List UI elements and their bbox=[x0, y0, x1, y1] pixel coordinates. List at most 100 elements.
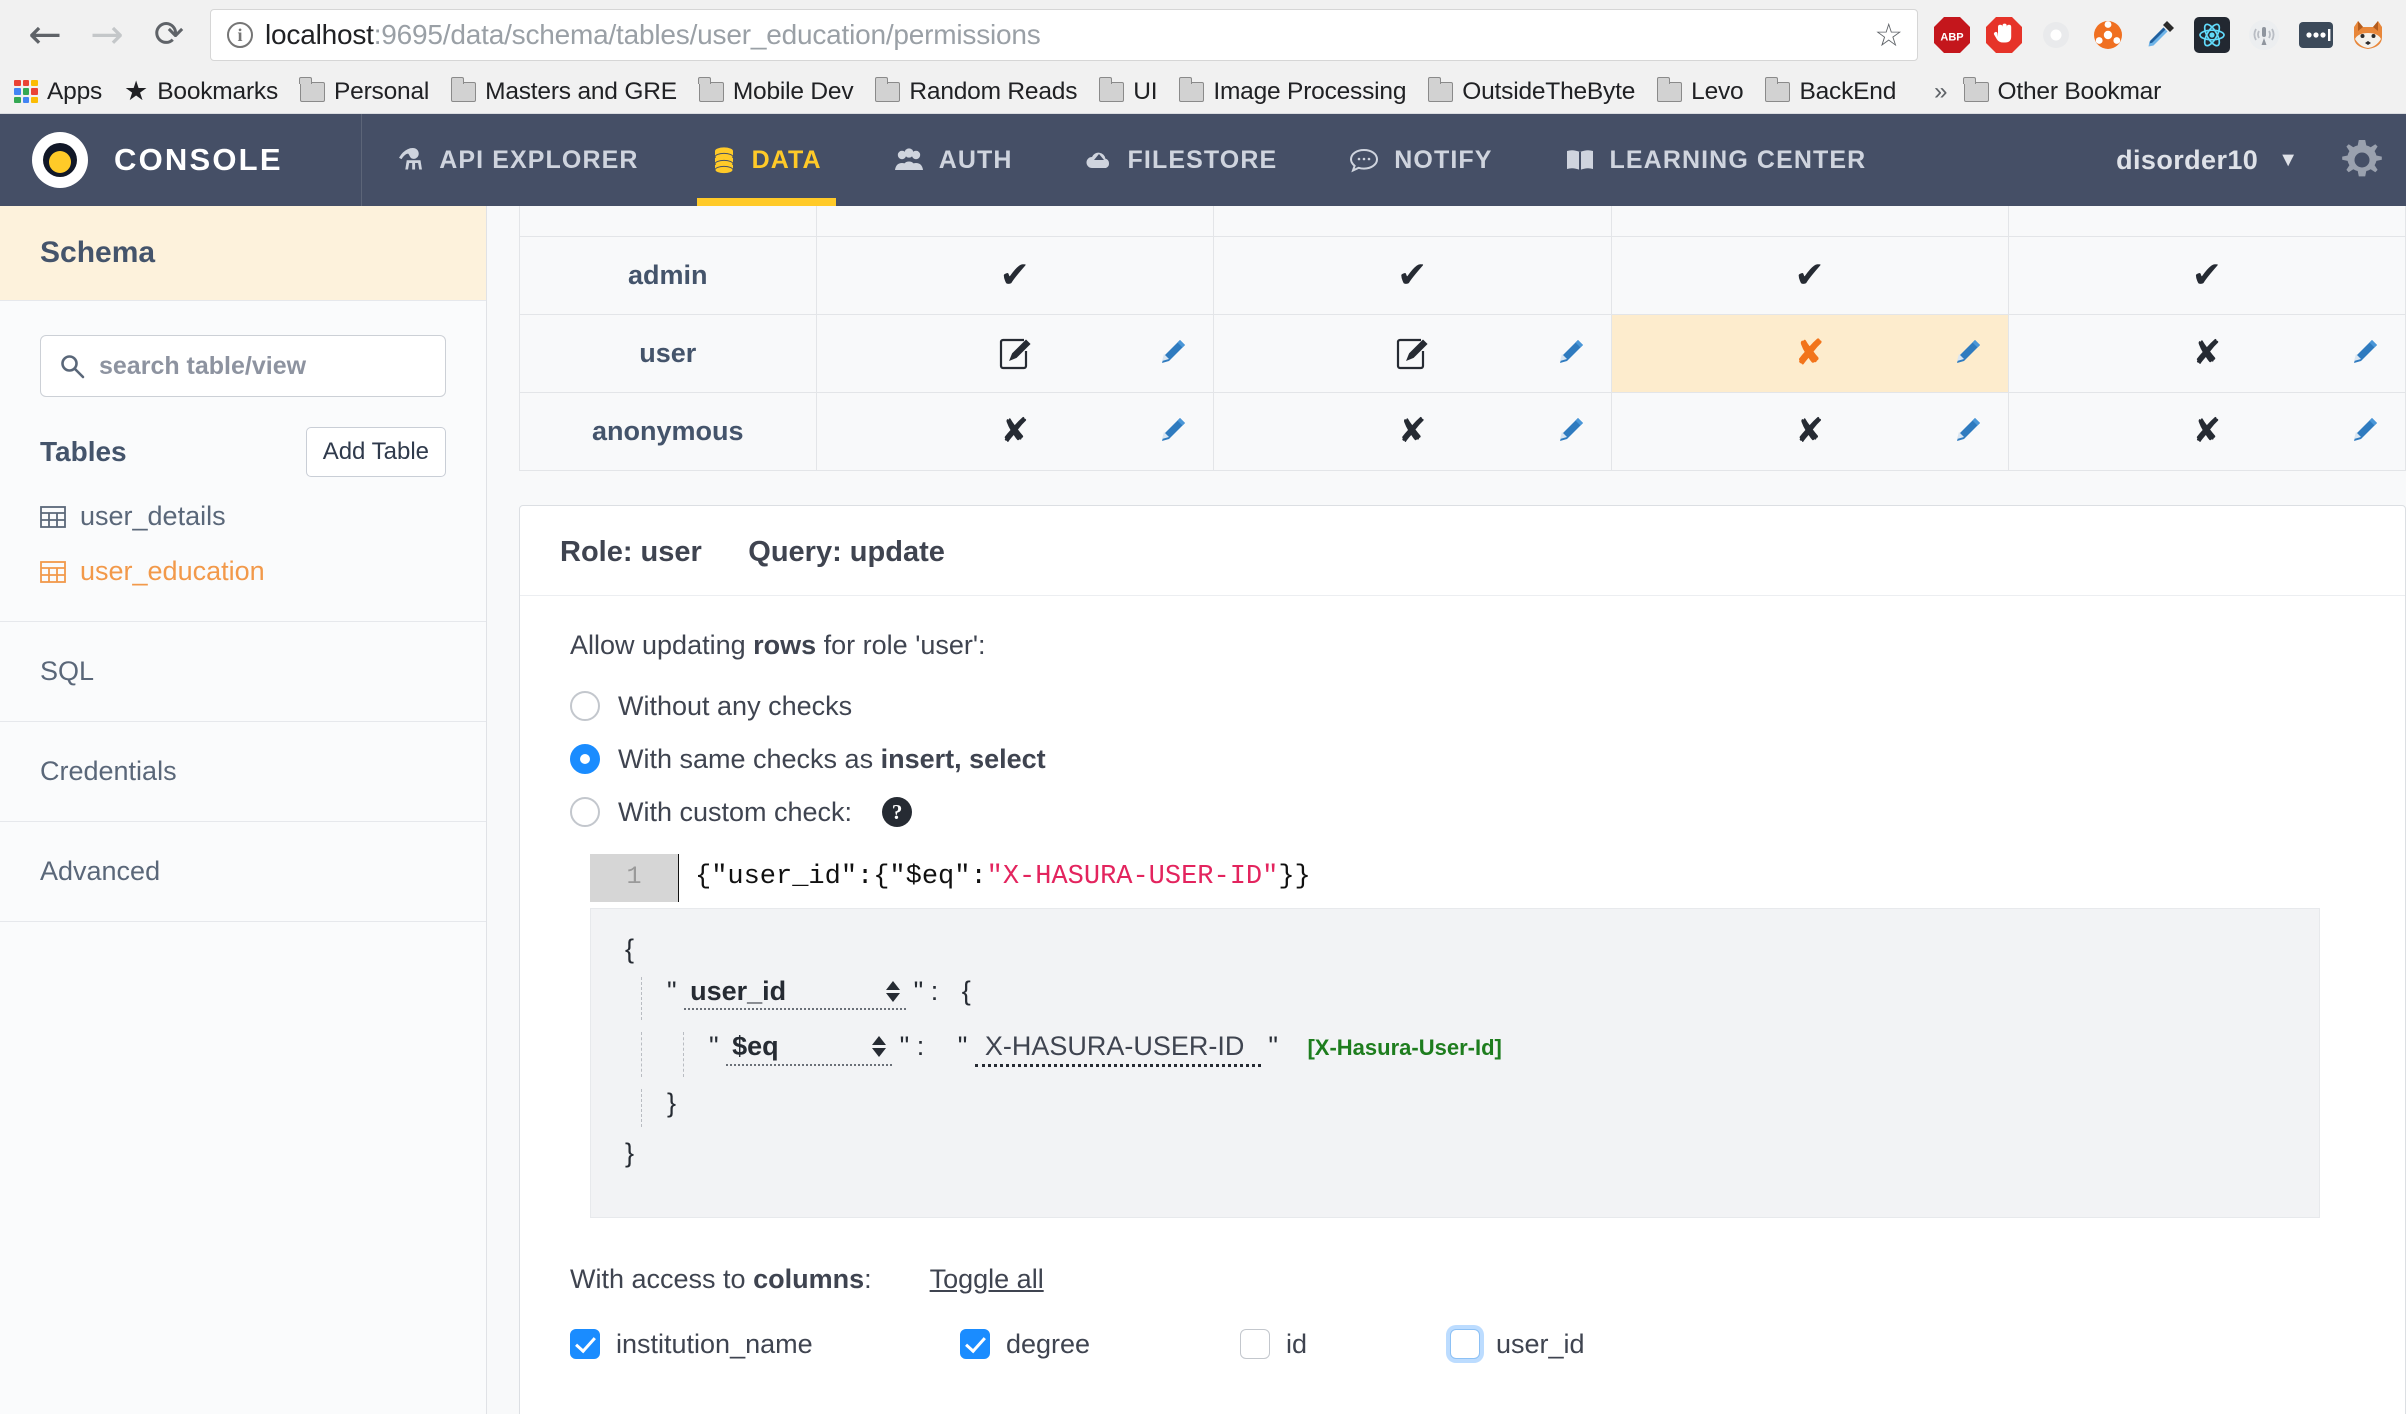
checkbox[interactable] bbox=[570, 1329, 600, 1359]
bookmark-personal[interactable]: Personal bbox=[300, 78, 443, 106]
checkbox[interactable] bbox=[1450, 1329, 1480, 1359]
permission-cell-update-selected[interactable]: ✘ bbox=[1611, 314, 2008, 392]
question-mark-icon[interactable]: ? bbox=[882, 797, 912, 827]
reload-button[interactable]: ⟳ bbox=[138, 4, 200, 66]
nav-item-learning-center[interactable]: LEARNING CENTER bbox=[1529, 114, 1903, 206]
checkbox[interactable] bbox=[960, 1329, 990, 1359]
ghostery-icon[interactable] bbox=[2036, 15, 2076, 55]
site-info-icon[interactable]: i bbox=[227, 22, 253, 48]
permission-cell-delete[interactable]: ✘ bbox=[2008, 314, 2405, 392]
permission-cell[interactable]: ✘ bbox=[2008, 392, 2405, 470]
bookmark-apps[interactable]: Apps bbox=[14, 78, 116, 106]
sidebar-table-user-details[interactable]: user_details bbox=[40, 501, 446, 532]
role-cell: admin bbox=[520, 236, 817, 314]
pencil-icon[interactable] bbox=[1157, 416, 1187, 446]
permission-cell[interactable]: ✘ bbox=[816, 392, 1214, 470]
search-table-view-input[interactable]: search table/view bbox=[40, 335, 446, 397]
checkbox[interactable] bbox=[1240, 1329, 1270, 1359]
column-checkbox-id[interactable]: id bbox=[1240, 1329, 1450, 1360]
sidebar-item-sql[interactable]: SQL bbox=[0, 622, 486, 722]
bookmark-backend[interactable]: BackEnd bbox=[1765, 78, 1910, 106]
permission-cell[interactable]: ✔ bbox=[816, 236, 1214, 314]
nav-item-notify[interactable]: NOTIFY bbox=[1313, 114, 1528, 206]
pencil-icon[interactable] bbox=[1555, 416, 1585, 446]
adblock-plus-icon[interactable]: ABP bbox=[1932, 15, 1972, 55]
nav-item-auth[interactable]: AUTH bbox=[858, 114, 1049, 206]
radio-button-selected[interactable] bbox=[570, 744, 600, 774]
toggle-all-link[interactable]: Toggle all bbox=[930, 1264, 1044, 1295]
custom-check-code-editor[interactable]: 1 {"user_id":{"$eq":"X-HASURA-USER-ID"}}… bbox=[590, 854, 2320, 1218]
column-checkbox-institution-name[interactable]: institution_name bbox=[570, 1329, 960, 1360]
column-checkbox-user-id[interactable]: user_id bbox=[1450, 1329, 1585, 1360]
firefox-fox-icon[interactable] bbox=[2348, 15, 2388, 55]
sidebar-schema-header[interactable]: Schema bbox=[0, 206, 486, 301]
sidebar-item-advanced[interactable]: Advanced bbox=[0, 822, 486, 922]
builder-key2-row: " $eq " : " X-HASURA-USER-ID " [X-Hasura… bbox=[625, 1032, 2319, 1066]
ubuntu-extension-icon[interactable] bbox=[2088, 15, 2128, 55]
chevron-down-icon[interactable]: ▼ bbox=[2278, 149, 2298, 172]
adblock-icon[interactable] bbox=[1984, 15, 2024, 55]
bookmark-mobile-dev[interactable]: Mobile Dev bbox=[699, 78, 868, 106]
radio-same-checks-as[interactable]: With same checks as insert, select bbox=[570, 744, 2405, 775]
bookmark-bookmarks[interactable]: ★ Bookmarks bbox=[124, 78, 292, 106]
pencil-icon[interactable] bbox=[1157, 338, 1187, 368]
pencil-icon[interactable] bbox=[2349, 338, 2379, 368]
permission-cell[interactable]: ✘ bbox=[1214, 392, 1612, 470]
spinner-arrows-icon[interactable] bbox=[886, 981, 900, 1002]
podcast-icon[interactable] bbox=[2244, 15, 2284, 55]
pencil-icon[interactable] bbox=[1952, 338, 1982, 368]
star-icon[interactable]: ☆ bbox=[1858, 16, 1903, 54]
role-cell: user bbox=[520, 314, 817, 392]
quote-close-value: " bbox=[1268, 1031, 1278, 1061]
bookmarks-overflow-button[interactable]: » bbox=[1918, 78, 1963, 106]
user-menu-label[interactable]: disorder10 bbox=[2116, 145, 2258, 176]
nav-item-filestore[interactable]: FILESTORE bbox=[1049, 114, 1314, 206]
sidebar-table-user-education[interactable]: user_education bbox=[40, 556, 446, 587]
pencil-icon[interactable] bbox=[1952, 416, 1982, 446]
address-bar[interactable]: i localhost:9695/data/schema/tables/user… bbox=[210, 9, 1918, 61]
bookmark-ui[interactable]: UI bbox=[1099, 78, 1171, 106]
nav-item-data[interactable]: DATA bbox=[675, 114, 858, 206]
bookmark-random-reads[interactable]: Random Reads bbox=[875, 78, 1091, 106]
permission-cell[interactable]: ✔ bbox=[1611, 236, 2008, 314]
spinner-arrows-icon[interactable] bbox=[872, 1036, 886, 1057]
bookmark-outsidethebyte[interactable]: OutsideTheByte bbox=[1428, 78, 1649, 106]
sidebar-item-credentials[interactable]: Credentials bbox=[0, 722, 486, 822]
key-select-user-id[interactable]: user_id bbox=[684, 977, 906, 1010]
radio-with-custom-check[interactable]: With custom check: ? bbox=[570, 797, 2405, 828]
nav-item-label: LEARNING CENTER bbox=[1610, 146, 1867, 175]
permission-cell-select[interactable] bbox=[1214, 314, 1612, 392]
react-devtools-icon[interactable] bbox=[2192, 15, 2232, 55]
operator-select-eq[interactable]: $eq bbox=[726, 1032, 892, 1065]
bookmark-other-bookmarks[interactable]: Other Bookmar bbox=[1964, 78, 2176, 106]
add-table-button[interactable]: Add Table bbox=[306, 427, 446, 477]
column-checkbox-degree[interactable]: degree bbox=[960, 1329, 1240, 1360]
permission-cell-insert[interactable] bbox=[816, 314, 1214, 392]
bookmark-masters-and-gre[interactable]: Masters and GRE bbox=[451, 78, 691, 106]
url-text: localhost:9695/data/schema/tables/user_e… bbox=[265, 19, 1041, 51]
nav-item-api-explorer[interactable]: ⚗ API EXPLORER bbox=[362, 114, 675, 206]
permission-cell[interactable]: ✘ bbox=[1611, 392, 2008, 470]
brand[interactable]: CONSOLE bbox=[0, 114, 362, 206]
gear-icon[interactable] bbox=[2336, 134, 2388, 186]
tree-guide bbox=[641, 1089, 642, 1127]
column-label: degree bbox=[1006, 1329, 1090, 1360]
radio-without-any-checks[interactable]: Without any checks bbox=[570, 691, 2405, 722]
folder-icon bbox=[699, 82, 724, 102]
nav-items: ⚗ API EXPLORER DATA bbox=[362, 114, 1902, 206]
code-text[interactable]: {"user_id":{"$eq":"X-HASURA-USER-ID"}} bbox=[678, 854, 2320, 902]
value-input[interactable]: X-HASURA-USER-ID bbox=[975, 1032, 1261, 1066]
color-picker-icon[interactable] bbox=[2140, 15, 2180, 55]
code-line[interactable]: 1 {"user_id":{"$eq":"X-HASURA-USER-ID"}} bbox=[590, 854, 2320, 902]
forward-button[interactable]: → bbox=[76, 4, 138, 66]
bookmark-image-processing[interactable]: Image Processing bbox=[1179, 78, 1420, 106]
pencil-icon[interactable] bbox=[2349, 416, 2379, 446]
radio-button[interactable] bbox=[570, 797, 600, 827]
bookmark-levo[interactable]: Levo bbox=[1657, 78, 1757, 106]
dotdotdot-icon[interactable] bbox=[2296, 15, 2336, 55]
permission-cell[interactable]: ✔ bbox=[1214, 236, 1612, 314]
permission-cell[interactable]: ✔ bbox=[2008, 236, 2405, 314]
back-button[interactable]: ← bbox=[14, 4, 76, 66]
radio-button[interactable] bbox=[570, 691, 600, 721]
pencil-icon[interactable] bbox=[1555, 338, 1585, 368]
